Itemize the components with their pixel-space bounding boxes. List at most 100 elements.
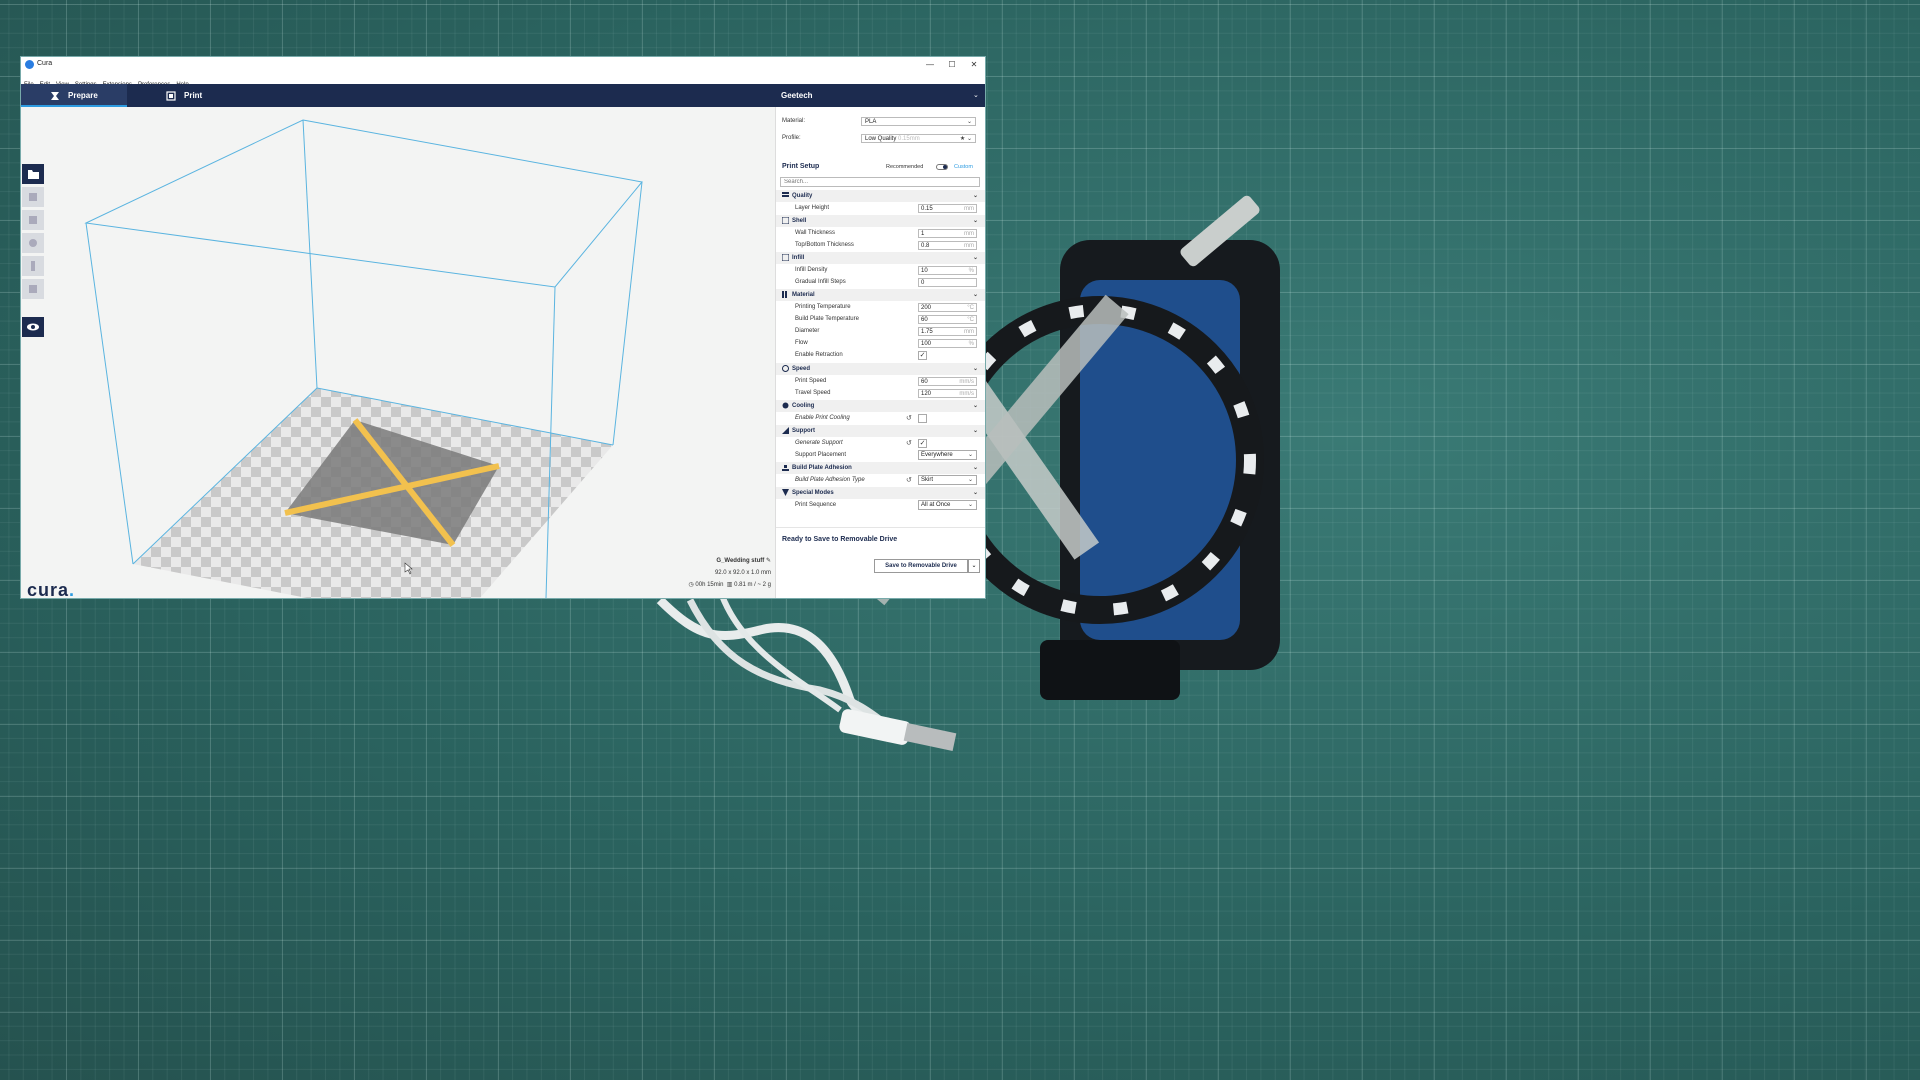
cura-logo: cura. [27, 580, 75, 598]
edit-pencil-icon[interactable]: ✎ [766, 558, 771, 564]
plate-temp-input[interactable]: 60 °C [918, 315, 977, 324]
setting-diameter: Diameter 1.75 mm [776, 325, 985, 337]
category-speed[interactable]: Speed ⌄ [776, 363, 985, 375]
field-unit: °C [967, 305, 974, 311]
custom-toggle-label[interactable]: Custom [954, 164, 973, 170]
clock-icon: ◷ [688, 582, 694, 588]
chevron-down-icon: ⌄ [967, 452, 973, 458]
open-file-button[interactable] [22, 164, 44, 184]
setting-label: Support Placement [795, 452, 847, 458]
job-name[interactable]: G_Wedding stuff [716, 558, 764, 564]
setting-support-placement: Support Placement Everywhere ⌄ [776, 449, 985, 461]
save-to-drive-button[interactable]: Save to Removable Drive [874, 559, 968, 573]
setting-top-bottom: Top/Bottom Thickness 0.8 mm [776, 239, 985, 251]
category-speed-label: Speed [792, 366, 811, 372]
reset-icon[interactable]: ↺ [906, 414, 912, 422]
field-unit: mm [964, 206, 974, 212]
category-material[interactable]: Material ⌄ [776, 289, 985, 301]
reset-icon[interactable]: ↺ [906, 439, 912, 447]
field-value: 1.75 [921, 329, 933, 335]
per-model-settings-button[interactable] [22, 279, 44, 299]
category-cooling-label: Cooling [792, 403, 815, 409]
top-bottom-input[interactable]: 0.8 mm [918, 241, 977, 250]
mode-toggle[interactable] [936, 164, 948, 170]
retraction-checkbox[interactable]: ✓ [918, 351, 927, 360]
field-value: 60 [921, 379, 928, 385]
chevron-down-icon: ⌄ [972, 366, 978, 372]
field-value: 0.8 [921, 243, 930, 249]
setting-travel-speed: Travel Speed 120 mm/s [776, 387, 985, 399]
close-button[interactable]: ✕ [968, 59, 980, 70]
category-adhesion-label: Build Plate Adhesion [792, 465, 852, 471]
chevron-down-icon: ⌄ [967, 477, 973, 483]
tab-prepare[interactable]: Prepare [21, 84, 127, 107]
profile-label: Profile: [782, 135, 801, 141]
setting-wall-thickness: Wall Thickness 1 mm [776, 227, 985, 239]
fan-icon [782, 402, 789, 409]
generate-support-checkbox[interactable]: ✓ [918, 439, 927, 448]
window-title: Cura [37, 60, 53, 67]
field-value: 100 [921, 341, 932, 347]
travel-speed-input[interactable]: 120 mm/s [918, 389, 977, 398]
chevron-down-icon: ⌄ [972, 428, 978, 434]
speed-icon [782, 365, 789, 372]
print-speed-input[interactable]: 60 mm/s [918, 377, 977, 386]
support-placement-select[interactable]: Everywhere ⌄ [918, 450, 977, 460]
category-shell[interactable]: Shell ⌄ [776, 215, 985, 227]
diameter-input[interactable]: 1.75 mm [918, 327, 977, 336]
category-adhesion[interactable]: Build Plate Adhesion ⌄ [776, 462, 985, 474]
print-temp-input[interactable]: 200 °C [918, 303, 977, 312]
setting-label: Layer Height [795, 205, 830, 211]
usb-cable [656, 589, 957, 752]
profile-select[interactable]: Low Quality 0.15mm ★ ⌄ [861, 134, 976, 143]
field-value: 200 [921, 305, 932, 311]
printer-selector[interactable]: Geetech [781, 84, 813, 107]
setting-label: Generate Support [795, 440, 843, 446]
maximize-button[interactable]: ☐ [946, 59, 958, 70]
setting-label: Build Plate Adhesion Type [795, 477, 865, 483]
print-sequence-select[interactable]: All at Once ⌄ [918, 500, 977, 510]
toggle-knob [943, 165, 947, 169]
build-volume [84, 119, 643, 598]
save-options-dropdown[interactable]: ⌄ [968, 559, 980, 573]
flow-input[interactable]: 100% [918, 339, 977, 348]
reset-icon[interactable]: ↺ [906, 476, 912, 484]
settings-search-input[interactable] [780, 177, 980, 187]
gradual-infill-input[interactable]: 0 [918, 278, 977, 287]
move-tool-button[interactable] [22, 187, 44, 207]
infill-density-input[interactable]: 10% [918, 266, 977, 275]
setting-label: Travel Speed [795, 390, 831, 396]
setting-label: Print Sequence [795, 502, 837, 508]
view-mode-button[interactable] [22, 317, 44, 337]
category-special-modes[interactable]: Special Modes ⌄ [776, 487, 985, 499]
left-toolbar [21, 157, 45, 598]
wall-thickness-input[interactable]: 1 mm [918, 229, 977, 238]
material-select[interactable]: PLA ⌄ [861, 117, 976, 126]
material-icon [782, 291, 787, 298]
eye-icon [27, 323, 39, 331]
cura-window: Cura — ☐ ✕ FileEditViewSettingsExtension… [21, 57, 985, 598]
chevron-down-icon[interactable]: ⌄ [973, 91, 979, 99]
adhesion-type-select[interactable]: Skirt ⌄ [918, 475, 977, 485]
minimize-button[interactable]: — [924, 59, 936, 70]
category-infill[interactable]: Infill ⌄ [776, 252, 985, 264]
category-quality[interactable]: Quality ⌄ [776, 190, 985, 202]
profile-hint: 0.15mm [898, 136, 920, 142]
material-row: Material: PLA ⌄ [776, 115, 985, 127]
tab-print[interactable]: Print [166, 84, 202, 107]
3d-viewport[interactable]: cura. [21, 107, 775, 598]
field-unit: mm [964, 243, 974, 249]
field-unit: mm/s [959, 379, 974, 385]
recommended-toggle-label[interactable]: Recommended [886, 164, 923, 170]
category-special-label: Special Modes [792, 490, 834, 496]
mirror-tool-button[interactable] [22, 256, 44, 276]
category-cooling[interactable]: Cooling ⌄ [776, 400, 985, 412]
print-cooling-checkbox[interactable] [918, 414, 927, 423]
setting-print-cooling: Enable Print Cooling ↺ [776, 412, 985, 424]
field-unit: % [968, 341, 974, 347]
rotate-tool-button[interactable] [22, 233, 44, 253]
scale-tool-button[interactable] [22, 210, 44, 230]
save-area: Ready to Save to Removable Drive Save to… [776, 527, 985, 598]
layer-height-input[interactable]: 0.15 mm [918, 204, 977, 213]
category-support[interactable]: Support ⌄ [776, 425, 985, 437]
